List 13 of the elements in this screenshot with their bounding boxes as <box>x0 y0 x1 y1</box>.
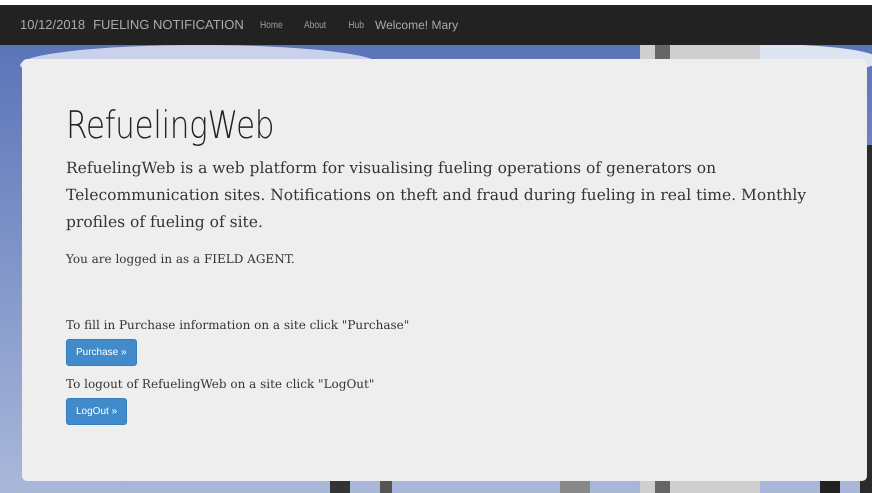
date-text: 10/12/2018 <box>20 16 86 34</box>
page-title: RefuelingWeb <box>66 103 274 149</box>
nav-link[interactable]: Hub <box>348 18 364 32</box>
brand-link[interactable]: FUELING NOTIFICATION <box>93 15 244 35</box>
instruction-text: To logout of RefuelingWeb on a site click "LogOut" <box>66 376 376 393</box>
instruction-text: To fill in Purchase information on a site click "Purchase" <box>66 316 410 334</box>
intro-paragraph: RefuelingWeb is a web platform for visualising fueling operations of generators on Telecommunication sites. Notifications on theft and fraud during fueling in real time. Monthly profiles of fueling of site. <box>66 158 808 233</box>
action-button[interactable]: Purchase » <box>66 338 137 366</box>
nav-link[interactable]: About <box>304 18 327 32</box>
nav-link[interactable]: Home <box>260 18 282 32</box>
role-note: You are logged in as a FIELD AGENT. <box>66 250 296 268</box>
logout-button[interactable]: LogOut » <box>66 398 128 425</box>
welcome-text: Welcome! Mary <box>374 17 458 34</box>
